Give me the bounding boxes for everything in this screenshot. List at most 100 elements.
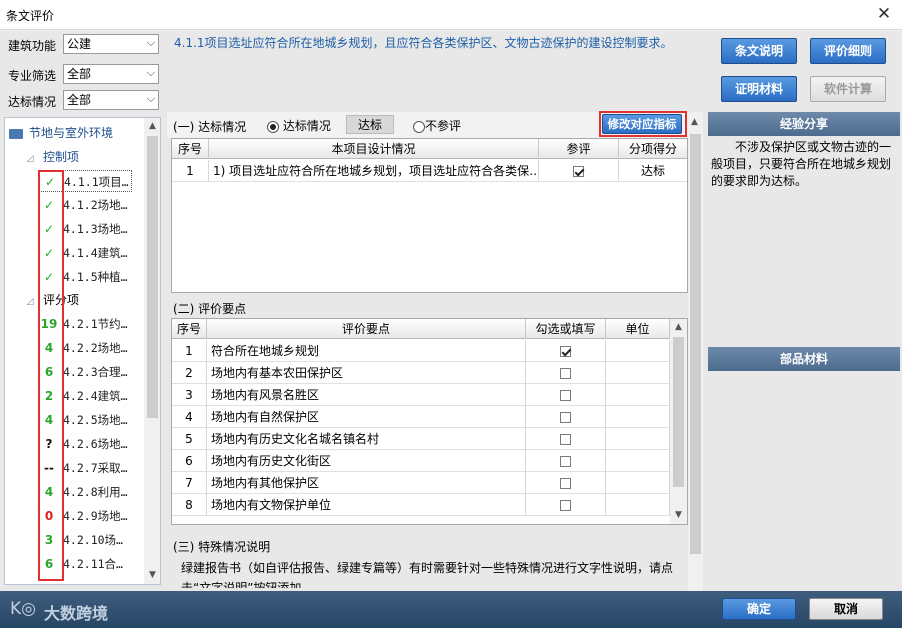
tree-item[interactable]: 4 4.2.5场地… bbox=[39, 409, 128, 431]
table-cell-no: 1 bbox=[172, 160, 209, 182]
clause-explanation-button[interactable]: 条文说明 bbox=[721, 38, 797, 64]
tree-item-label: 4.2.6场地… bbox=[63, 437, 128, 451]
table-cell-unit[interactable] bbox=[606, 450, 670, 472]
tree-root[interactable]: 节地与室外环境 bbox=[9, 122, 113, 144]
tree-item[interactable]: ✓ 4.1.2场地… bbox=[39, 194, 128, 216]
checkbox-checked-icon[interactable] bbox=[573, 166, 584, 177]
tree-item[interactable]: ? 4.2.6场地… bbox=[39, 433, 128, 455]
confirm-button[interactable]: 确定 bbox=[722, 598, 796, 620]
status-score: 19 bbox=[40, 317, 58, 331]
experience-text: 不涉及保护区或文物古迹的一般项目，只要符合所在地城乡规划的要求即为达标。 bbox=[711, 140, 892, 188]
tree-item[interactable]: 0 4.2.9场地… bbox=[39, 505, 128, 527]
middle-scrollbar[interactable]: ▲ bbox=[687, 112, 703, 592]
section1-title: (一) 达标情况 bbox=[173, 120, 247, 134]
filter-label-specialty: 专业筛选 bbox=[8, 69, 57, 83]
checkbox-checked-icon[interactable] bbox=[560, 346, 571, 357]
scroll-up-icon[interactable]: ▲ bbox=[144, 118, 160, 135]
evaluation-detail-button[interactable]: 评价细则 bbox=[810, 38, 886, 64]
tree-item-label: 4.1.2场地… bbox=[63, 198, 128, 212]
col-header-no: 序号 bbox=[172, 319, 207, 339]
specialty-select[interactable]: 全部 ⌵ bbox=[63, 64, 159, 84]
table-cell-unit[interactable] bbox=[606, 406, 670, 428]
tree-item[interactable]: ✓ 4.1.4建筑… bbox=[39, 242, 128, 264]
scroll-up-icon[interactable]: ▲ bbox=[670, 319, 687, 336]
table-cell-check[interactable] bbox=[526, 362, 606, 384]
table-cell-point: 场地内有历史文化街区 bbox=[207, 450, 526, 472]
tree-item-label: 4.2.5场地… bbox=[63, 413, 128, 427]
scroll-thumb[interactable] bbox=[690, 134, 701, 554]
checkbox-icon[interactable] bbox=[560, 500, 571, 511]
status-score: 0 bbox=[44, 509, 54, 523]
tree-item-label: 4.2.9场地… bbox=[63, 509, 128, 523]
table-cell-no: 6 bbox=[172, 450, 207, 472]
tree-item[interactable]: -- 4.2.7采取… bbox=[39, 457, 128, 479]
design-table: 序号 本项目设计情况 参评 分项得分 1 1) 项目选址应符合所在地城乡规划，项… bbox=[171, 138, 688, 293]
function-select[interactable]: 公建 ⌵ bbox=[63, 34, 159, 54]
checkbox-icon[interactable] bbox=[560, 478, 571, 489]
scroll-thumb[interactable] bbox=[673, 337, 684, 487]
scroll-up-icon[interactable]: ▲ bbox=[687, 114, 702, 131]
tree-item[interactable]: ✓ 4.1.3场地… bbox=[39, 218, 128, 240]
table-cell-check[interactable] bbox=[526, 450, 606, 472]
table-cell-unit[interactable] bbox=[606, 384, 670, 406]
tree-item[interactable]: 6 4.2.3合理… bbox=[39, 361, 128, 383]
modify-indicator-button[interactable]: 修改对应指标 bbox=[602, 114, 682, 134]
chevron-down-icon: ⌵ bbox=[146, 92, 155, 105]
close-icon[interactable]: ✕ bbox=[874, 4, 894, 24]
cancel-button[interactable]: 取消 bbox=[809, 598, 883, 620]
col-header-design: 本项目设计情况 bbox=[209, 139, 539, 159]
table-cell-evaluate[interactable] bbox=[539, 160, 619, 182]
chevron-down-icon: ⌵ bbox=[146, 66, 155, 79]
table-cell-unit[interactable] bbox=[606, 494, 670, 516]
table-cell-check[interactable] bbox=[526, 494, 606, 516]
radio-off-icon bbox=[413, 120, 425, 133]
checkbox-icon[interactable] bbox=[560, 368, 571, 379]
table-cell-check[interactable] bbox=[526, 428, 606, 450]
proof-material-button[interactable]: 证明材料 bbox=[721, 76, 797, 102]
status-score: 4 bbox=[44, 413, 54, 427]
table-cell-no: 8 bbox=[172, 494, 207, 516]
tree-item[interactable]: ✓ 4.1.1项目… bbox=[39, 170, 132, 192]
radio-standard[interactable]: 达标情况 bbox=[267, 117, 331, 134]
table-cell-unit[interactable] bbox=[606, 340, 670, 362]
scroll-down-icon[interactable]: ▼ bbox=[144, 567, 160, 584]
table-cell-check[interactable] bbox=[526, 340, 606, 362]
tree-item[interactable]: 4 4.2.8利用… bbox=[39, 481, 128, 503]
tree-item[interactable]: ✓ 4.1.5种植… bbox=[39, 266, 128, 288]
tree-item[interactable]: 4 4.2.2场地… bbox=[39, 337, 128, 359]
checkbox-icon[interactable] bbox=[560, 434, 571, 445]
table-cell-unit[interactable] bbox=[606, 362, 670, 384]
table-scrollbar[interactable]: ▲ ▼ bbox=[670, 319, 687, 524]
tree-item[interactable]: 6 4.2.11合… bbox=[39, 553, 123, 575]
table-cell-unit[interactable] bbox=[606, 472, 670, 494]
tree-item[interactable]: 2 4.2.4建筑… bbox=[39, 385, 128, 407]
checkbox-icon[interactable] bbox=[560, 412, 571, 423]
table-cell-design[interactable]: 1) 项目选址应符合所在地城乡规划，项目选址应符合各类保… bbox=[209, 160, 539, 182]
status-select[interactable]: 全部 ⌵ bbox=[63, 90, 159, 110]
col-header-point: 评价要点 bbox=[207, 319, 526, 339]
chevron-down-icon: ⌵ bbox=[146, 36, 155, 49]
table-cell-no: 7 bbox=[172, 472, 207, 494]
table-cell-check[interactable] bbox=[526, 384, 606, 406]
check-icon: ✓ bbox=[43, 246, 55, 260]
table-cell-point: 场地内有其他保护区 bbox=[207, 472, 526, 494]
checkbox-icon[interactable] bbox=[560, 456, 571, 467]
table-cell-unit[interactable] bbox=[606, 428, 670, 450]
checkbox-icon[interactable] bbox=[560, 390, 571, 401]
tree-item-label: 4.2.8利用… bbox=[63, 485, 128, 499]
tree-group-scoring[interactable]: ◿ 评分项 bbox=[23, 289, 79, 311]
tree-item-label: 4.1.4建筑… bbox=[63, 246, 128, 260]
tree-group-control[interactable]: ◿ 控制项 bbox=[23, 146, 79, 168]
table-cell-check[interactable] bbox=[526, 406, 606, 428]
table-cell-check[interactable] bbox=[526, 472, 606, 494]
tree-item-label: 4.2.2场地… bbox=[63, 341, 128, 355]
tree-item[interactable]: 3 4.2.10场… bbox=[39, 529, 123, 551]
tree-scrollbar[interactable]: ▲ ▼ bbox=[144, 118, 160, 584]
radio-not-evaluated[interactable]: 不参评 bbox=[413, 117, 461, 134]
scroll-thumb[interactable] bbox=[147, 136, 158, 418]
experience-header: 经验分享 bbox=[708, 112, 900, 136]
table-cell-no: 2 bbox=[172, 362, 207, 384]
radio-on-icon bbox=[267, 120, 279, 133]
scroll-down-icon[interactable]: ▼ bbox=[670, 507, 687, 524]
tree-item[interactable]: 19 4.2.1节约… bbox=[39, 313, 128, 335]
